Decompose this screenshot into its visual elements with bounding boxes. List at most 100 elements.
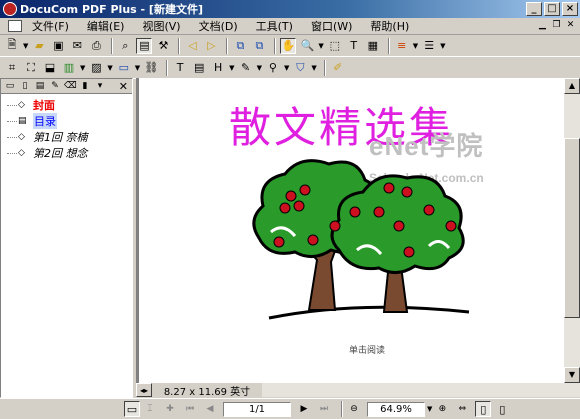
text-box-icon[interactable]: T <box>172 60 188 76</box>
tree-connector <box>7 120 17 122</box>
snapshot-icon[interactable]: ⬓ <box>42 60 58 76</box>
page-anchor-icon[interactable]: ⌶ <box>143 402 157 416</box>
line-style-icon[interactable]: ≡ <box>394 38 410 54</box>
crop-icon[interactable]: ⌗ <box>4 60 20 76</box>
horizontal-scrollbar[interactable] <box>262 383 580 397</box>
bookmark-edit-icon[interactable]: ✎ <box>49 80 61 92</box>
close-button[interactable]: × <box>562 2 578 16</box>
apple-trees-illustration <box>252 159 470 320</box>
title-bar: DocuCom PDF Plus - [新建文件] _ □ × <box>0 0 580 18</box>
menu-file[interactable]: 文件(F) <box>32 18 69 34</box>
extract-page-icon[interactable]: ⧉ <box>251 38 267 54</box>
open-folder-icon[interactable]: ▰ <box>31 38 47 54</box>
find-binoculars-icon[interactable]: ⌕ <box>117 38 133 54</box>
menu-help[interactable]: 帮助(H) <box>370 18 409 34</box>
select-image-icon[interactable]: ▦ <box>365 38 381 54</box>
menu-edit[interactable]: 编辑(E) <box>87 18 125 34</box>
bookmark-item-chapter-2[interactable]: ◇ 第2回 想念 <box>7 145 132 161</box>
maximize-button[interactable]: □ <box>544 2 560 16</box>
zoom-icon[interactable]: 🔍 <box>299 38 315 54</box>
button-field-icon[interactable]: ▭ <box>116 60 132 76</box>
menu-view[interactable]: 视图(V) <box>142 18 180 34</box>
vertical-scrollbar[interactable]: ▲ ▼ <box>564 78 580 383</box>
new-bookmark-icon[interactable]: ▭ <box>4 80 16 92</box>
form-dropdown-icon[interactable]: ▼ <box>80 64 85 72</box>
attachment-dropdown-icon[interactable]: ▼ <box>284 64 289 72</box>
doc-restore-icon[interactable]: ❐ <box>551 20 562 31</box>
pencil-icon[interactable]: ✎ <box>238 60 254 76</box>
doc-minimize-icon[interactable]: ▁ <box>537 20 548 31</box>
document-viewport[interactable]: 散文精选集 eNet学院 School.eNet.com.cn 单击阅读 <box>136 78 564 383</box>
pencil-dropdown-icon[interactable]: ▼ <box>257 64 262 72</box>
toolbar-separator <box>323 59 326 76</box>
select-text-icon[interactable]: T <box>346 38 362 54</box>
zoom-level-field[interactable]: 64.9% <box>367 401 425 417</box>
page-caption[interactable]: 单击阅读 <box>349 343 385 356</box>
zoom-dropdown-icon[interactable]: ▼ <box>318 42 323 50</box>
insert-page-icon[interactable]: ⧉ <box>232 38 248 54</box>
last-page-icon[interactable]: ⏭ <box>317 402 331 416</box>
image-dropdown-icon[interactable]: ▼ <box>107 64 112 72</box>
fit-page-icon[interactable]: ⛶ <box>23 60 39 76</box>
back-arrow-icon[interactable]: ◁ <box>184 38 200 54</box>
bookmark-options-icon[interactable]: ▾ <box>94 80 106 92</box>
properties-icon[interactable]: ⚒ <box>155 38 171 54</box>
note-icon[interactable]: ▤ <box>191 60 207 76</box>
vertical-scroll-thumb[interactable] <box>564 138 580 318</box>
new-dropdown-icon[interactable]: ▼ <box>23 42 28 50</box>
menu-document[interactable]: 文档(D) <box>199 18 238 34</box>
fit-page-view-icon[interactable]: ▭ <box>124 401 140 417</box>
fit-width-icon[interactable]: ⇔ <box>455 402 469 416</box>
line-style-dropdown-icon[interactable]: ▼ <box>413 42 418 50</box>
actual-size-icon[interactable]: ▯ <box>475 401 492 417</box>
scroll-down-icon[interactable]: ▼ <box>564 367 580 383</box>
next-page-icon[interactable]: ▶ <box>297 402 311 416</box>
bookmark-item-toc[interactable]: ▤ 目录 <box>7 113 132 129</box>
bookmark-label: 第2回 想念 <box>33 147 88 160</box>
bookmark-list-icon[interactable]: ▤ <box>34 80 46 92</box>
hand-tool-icon[interactable]: ✋ <box>280 37 297 54</box>
new-document-icon[interactable]: 🗎 <box>4 38 20 54</box>
form-field-icon[interactable]: ▥ <box>61 60 77 76</box>
zoom-out-icon[interactable]: ⊖ <box>347 402 361 416</box>
page-number-field[interactable]: 1/1 <box>223 401 291 417</box>
facing-pages-icon[interactable]: ▯ <box>494 401 510 417</box>
marker-icon[interactable]: ✐ <box>330 60 346 76</box>
doc-close-icon[interactable]: ✕ <box>565 20 576 31</box>
select-area-icon[interactable]: ⬚ <box>327 38 343 54</box>
scroll-up-icon[interactable]: ▲ <box>564 78 580 94</box>
first-page-icon[interactable]: ⏮ <box>183 402 197 416</box>
stamp-icon[interactable]: ⛉ <box>292 60 308 76</box>
previous-page-icon[interactable]: ◀ <box>203 402 217 416</box>
line-width-dropdown-icon[interactable]: ▼ <box>440 42 445 50</box>
minimize-button[interactable]: _ <box>526 2 542 16</box>
bookmark-menu-icon[interactable]: ▮ <box>79 80 91 92</box>
panel-close-icon[interactable]: ✕ <box>119 80 128 93</box>
split-handle-icon[interactable]: ◂▸ <box>136 383 152 397</box>
forward-arrow-icon[interactable]: ▷ <box>203 38 219 54</box>
email-icon[interactable]: ✉ <box>69 38 85 54</box>
single-page-view-icon[interactable]: ▤ <box>136 37 153 54</box>
highlight-dropdown-icon[interactable]: ▼ <box>229 64 234 72</box>
add-page-icon[interactable]: ✚ <box>163 402 177 416</box>
link-icon[interactable]: ⛓ <box>143 60 159 76</box>
button-field-dropdown-icon[interactable]: ▼ <box>135 64 140 72</box>
menu-window[interactable]: 窗口(W) <box>311 18 352 34</box>
zoom-level-dropdown-icon[interactable]: ▼ <box>427 405 432 413</box>
bookmark-label: 目录 <box>33 113 57 129</box>
line-width-icon[interactable]: ☰ <box>421 38 437 54</box>
print-icon[interactable]: ⎙ <box>88 38 104 54</box>
attachment-icon[interactable]: ⚲ <box>265 60 281 76</box>
highlight-text-icon[interactable]: H <box>210 60 226 76</box>
image-icon[interactable]: ▨ <box>88 60 104 76</box>
document-icon[interactable] <box>8 20 22 32</box>
menu-tools[interactable]: 工具(T) <box>256 18 293 34</box>
bookmark-item-cover[interactable]: ◇ 封面 <box>7 97 132 113</box>
zoom-in-icon[interactable]: ⊕ <box>435 402 449 416</box>
bookmark-page-icon[interactable]: ▯ <box>19 80 31 92</box>
stamp-dropdown-icon[interactable]: ▼ <box>311 64 316 72</box>
bookmark-item-chapter-1[interactable]: ◇ 第1回 奈楠 <box>7 129 132 145</box>
bookmark-label: 封面 <box>33 99 55 112</box>
bookmark-delete-icon[interactable]: ⌫ <box>64 80 77 92</box>
save-icon[interactable]: ▣ <box>50 38 66 54</box>
